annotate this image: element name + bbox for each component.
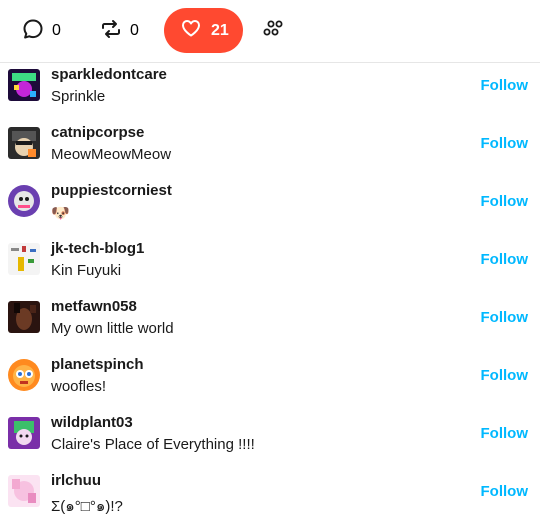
blog-title: MeowMeowMeow [51, 146, 172, 163]
list-item: puppiestcorniest 🐶 Follow [0, 179, 540, 237]
follow-button[interactable]: Follow [481, 309, 529, 326]
likes-count: 21 [211, 21, 229, 39]
reblogs-count: 0 [130, 22, 139, 39]
follow-button[interactable]: Follow [481, 425, 529, 442]
follow-button[interactable]: Follow [481, 135, 529, 152]
blog-title: Kin Fuyuki [51, 262, 122, 279]
avatar[interactable] [8, 69, 40, 101]
username[interactable]: planetspinch [51, 356, 144, 373]
speech-bubble-icon [22, 18, 44, 45]
username[interactable]: wildplant03 [51, 414, 133, 431]
list-item: sparkledontcare Sprinkle Follow [0, 63, 540, 121]
follow-button[interactable]: Follow [481, 77, 529, 94]
follow-button[interactable]: Follow [481, 193, 529, 210]
blog-title: woofles! [51, 378, 107, 395]
username[interactable]: irlchuu [51, 472, 101, 489]
avatar[interactable] [8, 359, 40, 391]
list-item: planetspinch woofles! Follow [0, 353, 540, 411]
tab-community[interactable] [262, 11, 288, 51]
username[interactable]: catnipcorpse [51, 124, 144, 141]
list-item: wildplant03 Claire's Place of Everything… [0, 411, 540, 469]
list-item: catnipcorpse MeowMeowMeow Follow [0, 121, 540, 179]
tab-replies[interactable]: 0 [22, 11, 61, 51]
avatar[interactable] [8, 243, 40, 275]
blog-title: My own little world [51, 320, 174, 337]
follow-button[interactable]: Follow [481, 251, 529, 268]
avatar[interactable] [8, 127, 40, 159]
replies-count: 0 [52, 22, 61, 39]
username[interactable]: puppiestcorniest [51, 182, 172, 199]
blog-title: Sprinkle [51, 88, 106, 105]
follow-button[interactable]: Follow [481, 483, 529, 500]
community-icon [262, 18, 288, 45]
notes-tab-bar: 0 0 21 [0, 0, 540, 63]
tab-reblogs[interactable]: 0 [100, 11, 139, 51]
blog-title: Claire's Place of Everything !!!! [51, 436, 255, 453]
blog-title: 🐶 [51, 205, 70, 222]
reblog-icon [100, 18, 122, 45]
avatar[interactable] [8, 185, 40, 217]
blog-title: Σ(๑°□°๑)!? [51, 498, 123, 514]
username[interactable]: metfawn058 [51, 298, 137, 315]
list-item: metfawn058 My own little world Follow [0, 295, 540, 353]
avatar[interactable] [8, 417, 40, 449]
list-item: irlchuu Σ(๑°□°๑)!? Follow [0, 469, 540, 514]
avatar[interactable] [8, 301, 40, 333]
username[interactable]: jk-tech-blog1 [51, 240, 144, 257]
avatar[interactable] [8, 475, 40, 507]
follow-button[interactable]: Follow [481, 367, 529, 384]
heart-icon [180, 17, 202, 44]
tab-likes[interactable]: 21 [164, 8, 243, 53]
list-item: jk-tech-blog1 Kin Fuyuki Follow [0, 237, 540, 295]
username[interactable]: sparkledontcare [51, 66, 167, 83]
